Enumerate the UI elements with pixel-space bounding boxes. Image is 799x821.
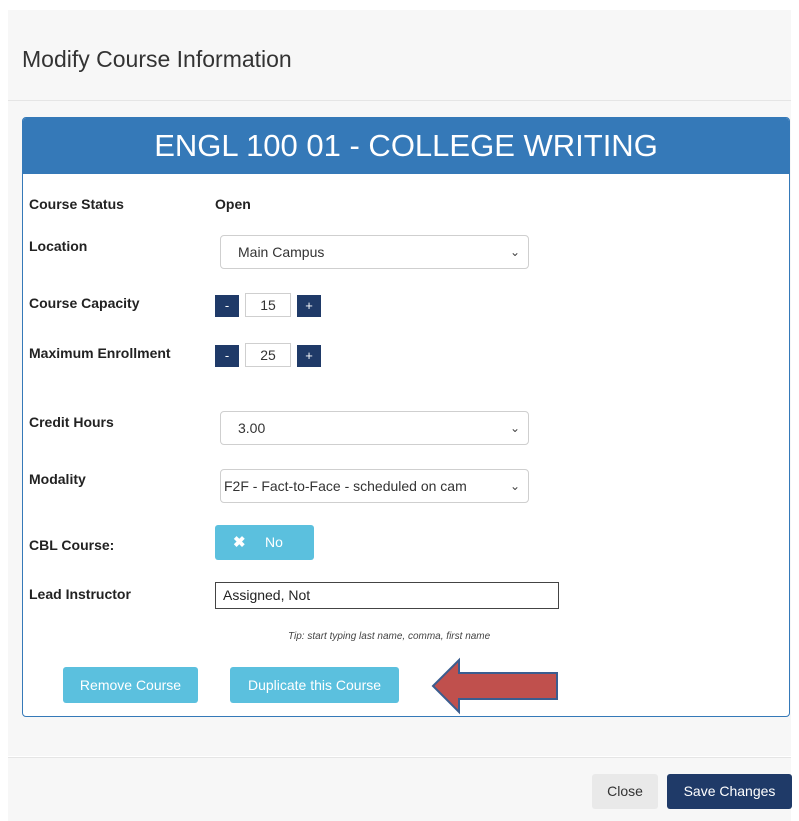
modal-title: Modify Course Information (22, 46, 292, 72)
location-select-value: Main Campus (238, 244, 325, 260)
course-status-value: Open (215, 196, 251, 212)
location-label: Location (29, 238, 88, 254)
course-panel: ENGL 100 01 - COLLEGE WRITING Course Sta… (22, 117, 790, 717)
close-icon: ✖ (233, 534, 246, 551)
credit-hours-select[interactable]: 3.00 ⌄ (220, 411, 529, 445)
enrollment-increment-button[interactable]: + (297, 345, 321, 367)
max-enrollment-label: Maximum Enrollment (29, 345, 171, 361)
arrow-left-icon (431, 657, 558, 715)
credit-hours-label: Credit Hours (29, 414, 114, 430)
modality-select[interactable]: F2F - Fact-to-Face - scheduled on cam ⌄ (220, 469, 529, 503)
cbl-toggle-label: No (265, 534, 283, 550)
course-heading: ENGL 100 01 - COLLEGE WRITING (23, 118, 789, 174)
save-changes-button[interactable]: Save Changes (667, 774, 792, 809)
capacity-input[interactable]: 15 (245, 293, 291, 317)
course-capacity-label: Course Capacity (29, 295, 140, 311)
chevron-down-icon: ⌄ (505, 470, 520, 502)
modal-footer: Close Save Changes (8, 757, 792, 821)
modality-label: Modality (29, 471, 86, 487)
cbl-course-label: CBL Course: (29, 537, 115, 553)
location-select[interactable]: Main Campus ⌄ (220, 235, 529, 269)
modal-header: Modify Course Information (8, 10, 791, 101)
credit-hours-select-value: 3.00 (238, 420, 266, 436)
enrollment-decrement-button[interactable]: - (215, 345, 239, 367)
modal-body: ENGL 100 01 - COLLEGE WRITING Course Sta… (8, 101, 791, 756)
capacity-increment-button[interactable]: + (297, 295, 321, 317)
cbl-toggle-button[interactable]: ✖ No (215, 525, 314, 560)
duplicate-course-button[interactable]: Duplicate this Course (230, 667, 399, 703)
chevron-down-icon: ⌄ (509, 421, 520, 435)
capacity-decrement-button[interactable]: - (215, 295, 239, 317)
lead-instructor-label: Lead Instructor (29, 586, 131, 602)
close-button[interactable]: Close (592, 774, 658, 809)
top-strip (0, 0, 799, 8)
lead-instructor-input[interactable]: Assigned, Not (215, 582, 559, 609)
remove-course-button[interactable]: Remove Course (63, 667, 198, 703)
chevron-down-icon: ⌄ (509, 245, 520, 259)
max-enrollment-input[interactable]: 25 (245, 343, 291, 367)
modality-select-value: F2F - Fact-to-Face - scheduled on cam (224, 478, 467, 494)
lead-instructor-tip: Tip: start typing last name, comma, firs… (288, 631, 491, 642)
course-status-label: Course Status (29, 196, 124, 212)
